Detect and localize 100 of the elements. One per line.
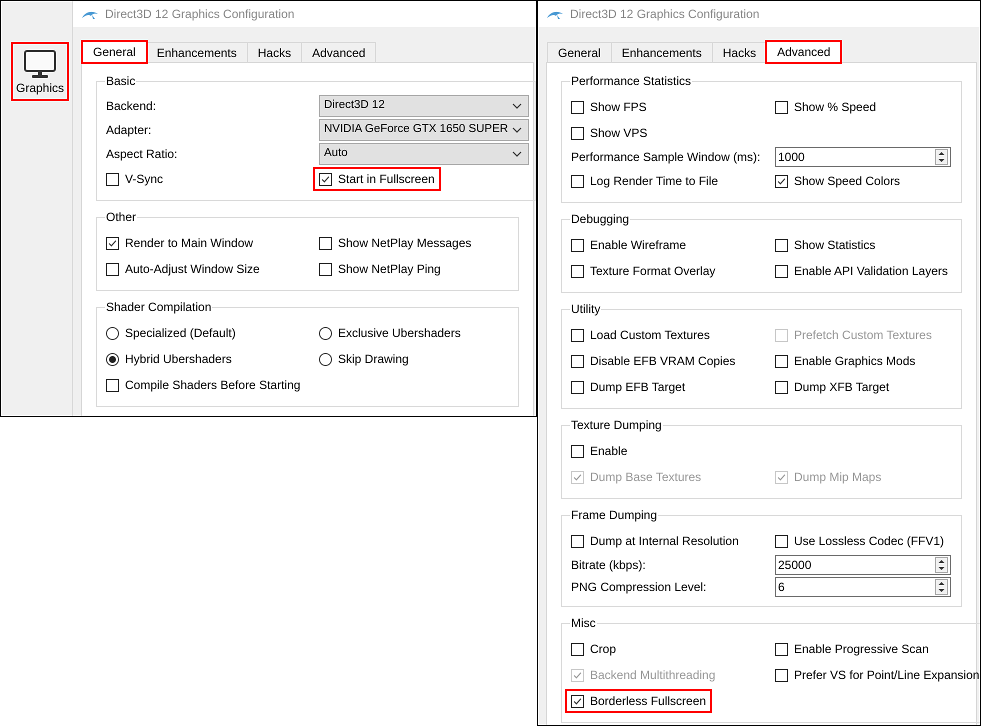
checkbox[interactable]	[106, 172, 119, 186]
group-title: Other	[105, 209, 138, 226]
window-title: Direct3D 12 Graphics Configuration	[105, 6, 294, 23]
checkbox[interactable]	[775, 534, 788, 548]
dropdown[interactable]: NVIDIA GeForce GTX 1650 SUPER	[319, 119, 530, 141]
checkbox[interactable]	[571, 642, 584, 656]
checkbox[interactable]	[106, 378, 119, 392]
tab[interactable]: General	[547, 42, 612, 63]
checkbox-label: V-Sync	[125, 171, 164, 188]
checkbox[interactable]	[571, 694, 584, 708]
checkbox-label: Log Render Time to File	[590, 173, 718, 190]
checkbox-label: Show Statistics	[794, 237, 876, 254]
radio-button[interactable]	[106, 326, 119, 340]
checkbox-label: Show FPS	[590, 99, 647, 116]
window-title: Direct3D 12 Graphics Configuration	[570, 6, 760, 23]
checkbox[interactable]	[319, 172, 332, 186]
chevron-down-icon	[512, 103, 522, 109]
checkbox[interactable]	[571, 238, 584, 252]
group-title: Shader Compilation	[105, 299, 212, 316]
checkbox-label: Dump XFB Target	[794, 379, 890, 396]
dropdown[interactable]: Direct3D 12	[319, 95, 530, 117]
spin-box[interactable]: 6	[775, 577, 951, 597]
checkbox-label: Show NetPlay Messages	[338, 235, 472, 252]
checkbox-label: Show VPS	[590, 125, 648, 142]
tab[interactable]: General	[82, 41, 147, 63]
checkbox-label: Enable Wireframe	[590, 237, 686, 254]
checkbox[interactable]	[775, 354, 788, 368]
checkbox-label: Dump Mip Maps	[794, 469, 882, 486]
group-title: Performance Statistics	[570, 73, 692, 90]
checkbox[interactable]	[571, 380, 584, 394]
field-label: Adapter:	[106, 122, 152, 139]
radio-label: Skip Drawing	[338, 351, 409, 368]
checkbox[interactable]	[571, 354, 584, 368]
checkbox-label: Enable Graphics Mods	[794, 353, 916, 370]
checkbox[interactable]	[775, 174, 788, 188]
checkbox[interactable]	[775, 668, 788, 682]
dropdown[interactable]: Auto	[319, 143, 530, 165]
checkbox[interactable]	[775, 264, 788, 278]
checkbox[interactable]	[106, 262, 119, 276]
checkbox[interactable]	[571, 126, 584, 140]
radio-button[interactable]	[319, 326, 332, 340]
checkbox-label: Prefer VS for Point/Line Expansion	[794, 667, 980, 684]
checkbox-label: Show % Speed	[794, 99, 876, 116]
radio-label: Exclusive Ubershaders	[338, 325, 461, 342]
checkbox[interactable]	[319, 262, 332, 276]
checkbox-label: Dump at Internal Resolution	[590, 533, 739, 550]
checkbox-label: Crop	[590, 641, 616, 658]
checkbox-label: Use Lossless Codec (FFV1)	[794, 533, 944, 550]
sidebar-item[interactable]: Graphics	[11, 42, 69, 101]
tab[interactable]: Advanced	[766, 41, 842, 63]
checkbox[interactable]	[775, 380, 788, 394]
checkbox-label: Enable	[590, 443, 628, 460]
checkbox-label: Render to Main Window	[125, 235, 254, 252]
monitor-icon	[24, 50, 56, 78]
checkbox[interactable]	[571, 174, 584, 188]
checkbox-label: Texture Format Overlay	[590, 263, 716, 280]
checkbox[interactable]	[775, 238, 788, 252]
checkbox[interactable]	[106, 236, 119, 250]
group-title: Misc	[570, 615, 597, 632]
checkbox-label: Show NetPlay Ping	[338, 261, 441, 278]
checkbox[interactable]	[319, 236, 332, 250]
checkbox-label: Disable EFB VRAM Copies	[590, 353, 736, 370]
checkbox[interactable]	[571, 328, 584, 342]
checkbox-label: Dump EFB Target	[590, 379, 686, 396]
spinner-arrows-icon	[935, 557, 948, 573]
checkbox[interactable]	[571, 534, 584, 548]
spin-box[interactable]: 1000	[775, 147, 951, 167]
chevron-down-icon	[512, 127, 522, 133]
field-label: Aspect Ratio:	[106, 146, 178, 163]
checkbox-label: Borderless Fullscreen	[590, 693, 706, 710]
checkbox[interactable]	[571, 100, 584, 114]
group-title: Basic	[105, 73, 136, 90]
checkbox-label: Enable API Validation Layers	[794, 263, 948, 280]
group-title: Texture Dumping	[570, 417, 663, 434]
field-label: Performance Sample Window (ms):	[571, 149, 762, 166]
field-label: PNG Compression Level:	[571, 579, 708, 596]
group-title: Utility	[570, 301, 602, 318]
checkbox-label: Enable Progressive Scan	[794, 641, 929, 658]
checkbox-label: Start in Fullscreen	[338, 171, 435, 188]
chevron-down-icon	[512, 151, 522, 157]
checkbox-label: Compile Shaders Before Starting	[125, 377, 300, 394]
radio-label: Hybrid Ubershaders	[125, 351, 232, 368]
checkbox-label: Prefetch Custom Textures	[794, 327, 932, 344]
spinner-arrows-icon	[935, 579, 948, 595]
checkbox[interactable]	[571, 444, 584, 458]
tab[interactable]: Advanced	[301, 42, 376, 63]
checkbox[interactable]	[775, 100, 788, 114]
checkbox[interactable]	[571, 264, 584, 278]
radio-button[interactable]	[106, 352, 119, 366]
checkbox[interactable]	[775, 642, 788, 656]
spin-box[interactable]: 25000	[775, 555, 951, 575]
checkbox-label: Dump Base Textures	[590, 469, 702, 486]
checkbox-label: Show Speed Colors	[794, 173, 900, 190]
group-title: Frame Dumping	[570, 507, 658, 524]
field-label: Backend:	[106, 98, 158, 115]
checkbox-label: Backend Multithreading	[590, 667, 716, 684]
checkbox-label: Auto-Adjust Window Size	[125, 261, 260, 278]
group-title: Debugging	[570, 211, 630, 228]
radio-button[interactable]	[319, 352, 332, 366]
spinner-arrows-icon	[935, 149, 948, 165]
